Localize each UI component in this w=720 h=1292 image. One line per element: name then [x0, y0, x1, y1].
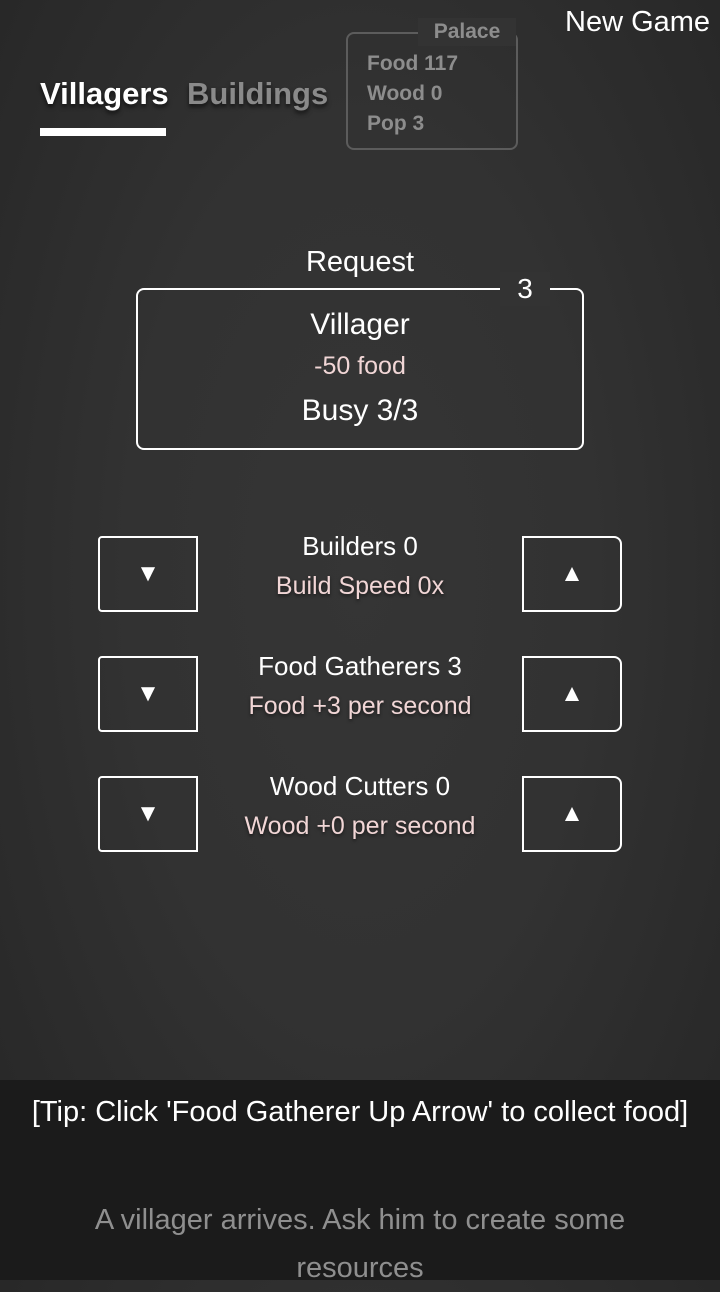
up-arrow-icon: ▲: [560, 560, 584, 587]
up-arrow-icon: ▲: [560, 800, 584, 827]
job-title: Wood Cutters 0: [269, 771, 451, 801]
wood-cutters-down-button[interactable]: ▼: [98, 776, 198, 852]
job-row-builders: ▼ Builders 0 Build Speed 0x ▲: [0, 531, 720, 612]
request-unit-name: Villager: [310, 308, 410, 341]
food-gatherers-up-button[interactable]: ▲: [522, 656, 622, 732]
wood-stat: Wood 0: [367, 82, 443, 105]
job-effect: Food +3 per second: [248, 692, 472, 720]
new-game-button[interactable]: New Game: [565, 6, 710, 39]
job-title: Builders 0: [302, 531, 418, 561]
job-row-food-gatherers: ▼ Food Gatherers 3 Food +3 per second ▲: [0, 651, 720, 732]
palace-title: Palace: [418, 18, 516, 46]
active-tab-indicator: [40, 128, 166, 136]
builders-down-button[interactable]: ▼: [98, 536, 198, 612]
food-gatherers-down-button[interactable]: ▼: [98, 656, 198, 732]
down-arrow-icon: ▼: [136, 560, 160, 587]
wood-cutters-up-button[interactable]: ▲: [522, 776, 622, 852]
up-arrow-icon: ▲: [560, 680, 584, 707]
request-label: Request: [305, 246, 414, 278]
request-busy-status: Busy 3/3: [301, 394, 419, 427]
pop-stat: Pop 3: [367, 112, 425, 135]
request-count: 3: [500, 272, 550, 306]
down-arrow-icon: ▼: [136, 800, 160, 827]
tab-villagers[interactable]: Villagers: [40, 76, 169, 112]
job-title: Food Gatherers 3: [258, 651, 462, 681]
tab-buildings[interactable]: Buildings: [187, 76, 328, 112]
job-row-wood-cutters: ▼ Wood Cutters 0 Wood +0 per second ▲: [0, 771, 720, 852]
request-cost: -50 food: [314, 352, 406, 380]
event-message: A villager arrives. Ask him to create so…: [94, 1204, 626, 1284]
builders-up-button[interactable]: ▲: [522, 536, 622, 612]
job-effect: Build Speed 0x: [275, 572, 445, 600]
job-effect: Wood +0 per second: [244, 812, 476, 840]
food-stat: Food 117: [367, 52, 459, 75]
down-arrow-icon: ▼: [136, 680, 160, 707]
tip-text: [Tip: Click 'Food Gatherer Up Arrow' to …: [31, 1096, 689, 1128]
